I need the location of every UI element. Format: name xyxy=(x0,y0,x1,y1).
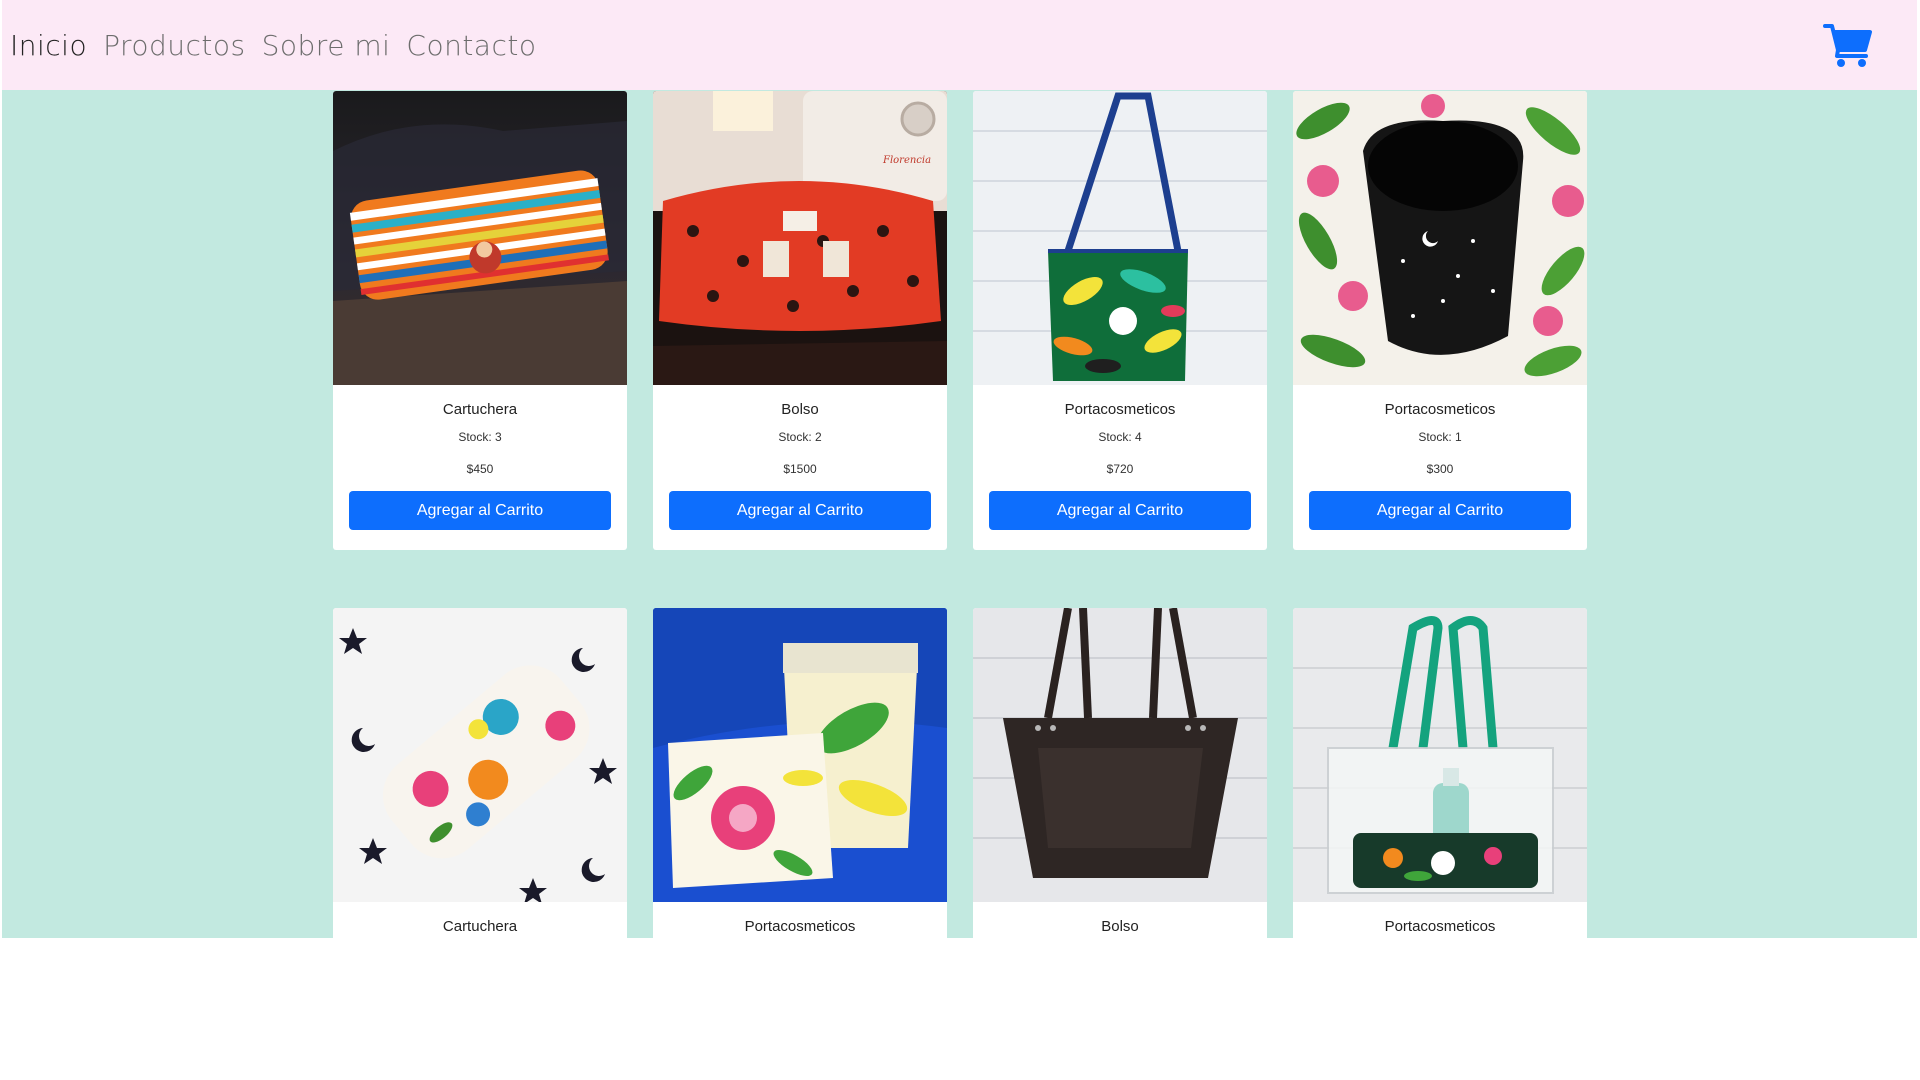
nav-link-contacto[interactable]: Contacto xyxy=(406,29,536,62)
product-title: Portacosmeticos xyxy=(1384,918,1496,935)
navbar: Inicio Productos Sobre mi Contacto xyxy=(2,0,1917,90)
add-to-cart-button[interactable]: Agregar al Carrito xyxy=(989,491,1251,530)
product-area: Cartuchera Stock: 3 $450 Agregar al Carr… xyxy=(2,90,1917,938)
product-title: Portacosmeticos xyxy=(1064,401,1176,418)
product-card: Portacosmeticos xyxy=(1293,608,1587,938)
product-card: Bolso xyxy=(973,608,1267,938)
product-card: Portacosmeticos xyxy=(653,608,947,938)
nav-link-productos[interactable]: Productos xyxy=(103,29,246,62)
product-title: Bolso xyxy=(781,401,819,418)
product-price: $450 xyxy=(466,462,494,476)
product-stock: Stock: 4 xyxy=(1098,430,1142,444)
product-card: Portacosmeticos Stock: 1 $300 Agregar al… xyxy=(1293,91,1587,550)
add-to-cart-button[interactable]: Agregar al Carrito xyxy=(1309,491,1571,530)
product-image[interactable] xyxy=(1293,91,1587,385)
svg-text:Florencia: Florencia xyxy=(882,155,931,166)
product-card: Portacosmeticos Stock: 4 $720 Agregar al… xyxy=(973,91,1267,550)
product-stock: Stock: 1 xyxy=(1418,430,1462,444)
product-card: Cartuchera Stock: 3 $450 Agregar al Carr… xyxy=(333,91,627,550)
nav-link-inicio[interactable]: Inicio xyxy=(10,29,87,62)
product-title: Portacosmeticos xyxy=(744,918,856,935)
add-to-cart-button[interactable]: Agregar al Carrito xyxy=(349,491,611,530)
product-image[interactable] xyxy=(333,91,627,385)
page: Inicio Productos Sobre mi Contacto Cartu… xyxy=(0,0,1920,1080)
product-image[interactable] xyxy=(653,608,947,902)
cart-button[interactable] xyxy=(1823,22,1873,68)
nav-link-sobre-mi[interactable]: Sobre mi xyxy=(262,29,391,62)
product-title: Portacosmeticos xyxy=(1384,401,1496,418)
shopping-cart-icon xyxy=(1823,24,1872,67)
product-stock: Stock: 3 xyxy=(458,430,502,444)
product-stock: Stock: 2 xyxy=(778,430,822,444)
product-image[interactable]: Florencia xyxy=(653,91,947,385)
product-card: Cartuchera xyxy=(333,608,627,938)
product-card: Florencia Bolso Stock: 2 $1500 Agregar a… xyxy=(653,91,947,550)
product-image[interactable] xyxy=(333,608,627,902)
product-price: $1500 xyxy=(783,462,817,476)
product-image[interactable] xyxy=(973,91,1267,385)
product-image[interactable] xyxy=(1293,608,1587,902)
product-grid: Cartuchera Stock: 3 $450 Agregar al Carr… xyxy=(333,91,1593,938)
product-price: $300 xyxy=(1426,462,1454,476)
product-title: Bolso xyxy=(1101,918,1139,935)
product-price: $720 xyxy=(1106,462,1134,476)
product-title: Cartuchera xyxy=(442,401,518,418)
product-title: Cartuchera xyxy=(442,918,518,935)
nav-links: Inicio Productos Sobre mi Contacto xyxy=(10,29,536,62)
product-image[interactable] xyxy=(973,608,1267,902)
browser-viewport: Inicio Productos Sobre mi Contacto Cartu… xyxy=(2,0,1917,938)
add-to-cart-button[interactable]: Agregar al Carrito xyxy=(669,491,931,530)
